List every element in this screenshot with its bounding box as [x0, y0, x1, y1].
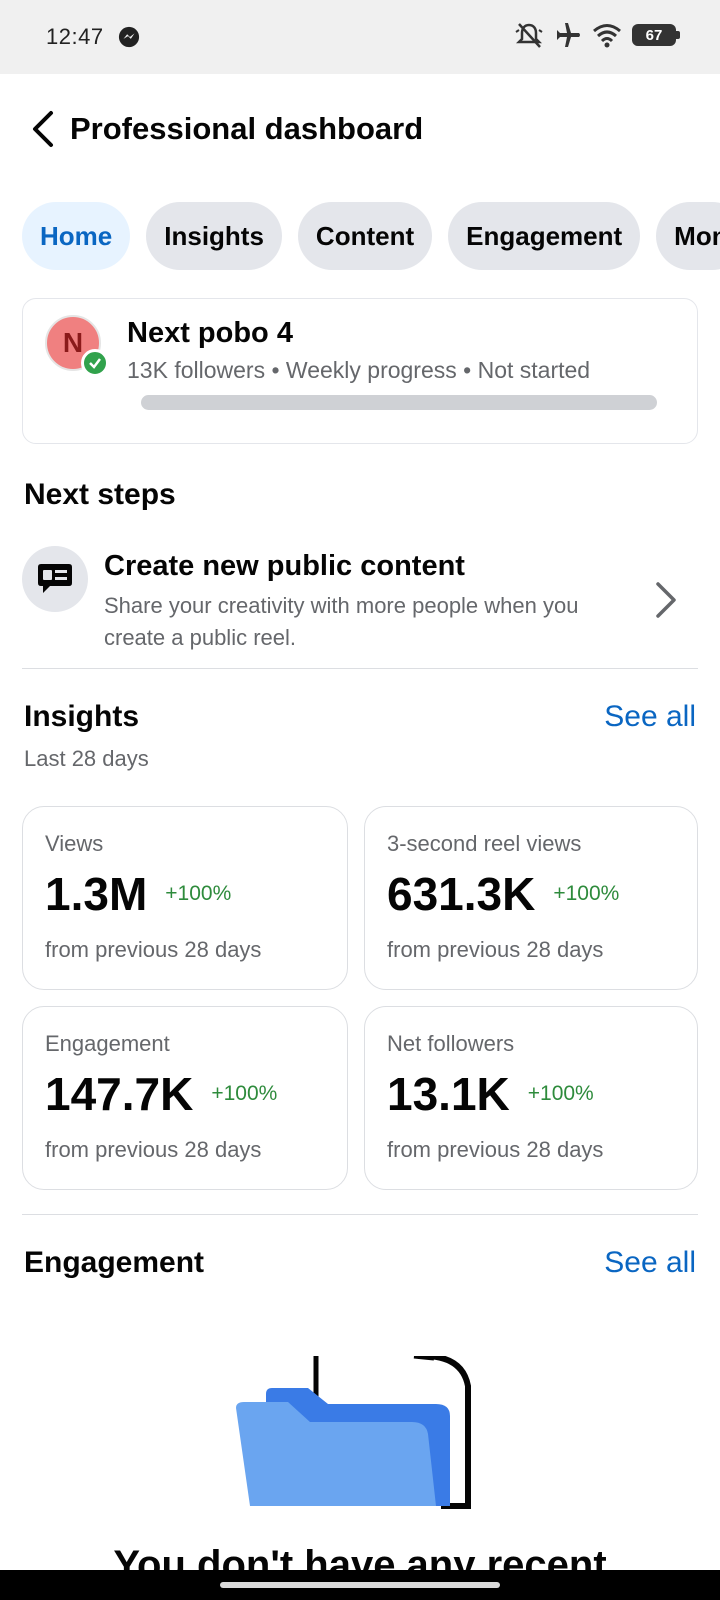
metric-label: Engagement — [45, 1031, 170, 1056]
tab-engagement[interactable]: Engagement — [448, 202, 641, 270]
metric-value: 1.3M — [45, 868, 148, 920]
step-title: Create new public content — [104, 550, 465, 582]
status-bar: 12:47 67 — [0, 0, 720, 74]
metric-value: 631.3K — [387, 868, 536, 920]
battery-icon: 67 — [632, 24, 680, 46]
tab-bar: Home Insights Content Engagement Mon — [22, 202, 720, 270]
step-description: Share your creativity with more people w… — [104, 593, 579, 650]
metric-card-net-followers[interactable]: Net followers 13.1K +100% from previous … — [364, 1006, 698, 1190]
insights-heading: Insights — [24, 700, 140, 733]
metric-value-row: 13.1K +100% — [387, 1067, 594, 1121]
metric-comparison: from previous 28 days — [387, 937, 604, 962]
divider — [22, 1214, 698, 1215]
metric-change: +100% — [211, 1082, 278, 1105]
metric-change: +100% — [527, 1082, 594, 1105]
gesture-bar — [0, 1570, 720, 1600]
profile-meta: 13K followers • Weekly progress • Not st… — [127, 357, 591, 383]
next-step-item[interactable]: Create new public content Share your cre… — [22, 536, 698, 668]
metric-label: 3-second reel views — [387, 831, 582, 856]
metric-comparison: from previous 28 days — [45, 1137, 262, 1162]
status-time: 12:47 — [46, 24, 104, 49]
engagement-heading: Engagement — [24, 1246, 205, 1279]
tab-insights[interactable]: Insights — [146, 202, 282, 270]
tab-home[interactable]: Home — [22, 202, 131, 270]
engagement-see-all-link[interactable]: See all — [604, 1246, 696, 1280]
insights-period: Last 28 days — [24, 746, 149, 771]
metric-value: 13.1K — [387, 1068, 510, 1120]
metric-value-row: 147.7K +100% — [45, 1067, 277, 1121]
back-arrow-icon — [33, 111, 53, 147]
next-steps-heading: Next steps — [24, 478, 176, 511]
metric-card-engagement[interactable]: Engagement 147.7K +100% from previous 28… — [22, 1006, 348, 1190]
messenger-icon — [118, 26, 139, 48]
insights-see-all-link[interactable]: See all — [604, 700, 696, 734]
tab-monetization[interactable]: Mon — [656, 202, 720, 270]
weekly-progress-bar — [141, 395, 657, 410]
verified-check-icon — [81, 349, 109, 377]
metric-value-row: 631.3K +100% — [387, 867, 619, 921]
wifi-icon — [593, 24, 621, 48]
tab-content[interactable]: Content — [297, 202, 433, 270]
empty-folder-icon — [236, 1356, 471, 1509]
metric-value-row: 1.3M +100% — [45, 867, 231, 921]
home-gesture-handle[interactable] — [220, 1582, 500, 1588]
empty-state-message: You don't have any recent — [113, 1543, 607, 1572]
chevron-right-icon — [656, 582, 676, 618]
back-button[interactable] — [22, 109, 62, 149]
metric-change: +100% — [165, 882, 232, 905]
metric-value: 147.7K — [45, 1068, 194, 1120]
content-chat-icon — [22, 546, 88, 612]
metric-comparison: from previous 28 days — [387, 1137, 604, 1162]
metric-card-views[interactable]: Views 1.3M +100% from previous 28 days — [22, 806, 348, 990]
metric-label: Views — [45, 831, 104, 856]
metric-comparison: from previous 28 days — [45, 937, 262, 962]
metric-label: Net followers — [387, 1031, 515, 1056]
metric-change: +100% — [553, 882, 620, 905]
status-icons: 67 — [514, 20, 680, 50]
profile-card[interactable]: N Next pobo 4 13K followers • Weekly pro… — [22, 298, 698, 444]
airplane-icon — [557, 23, 580, 47]
header: Professional dashboard — [0, 74, 720, 184]
divider — [22, 668, 698, 669]
page-title: Professional dashboard — [70, 111, 424, 146]
mute-icon — [515, 23, 543, 48]
metric-card-reel-views[interactable]: 3-second reel views 631.3K +100% from pr… — [364, 806, 698, 990]
profile-name: Next pobo 4 — [127, 317, 293, 349]
